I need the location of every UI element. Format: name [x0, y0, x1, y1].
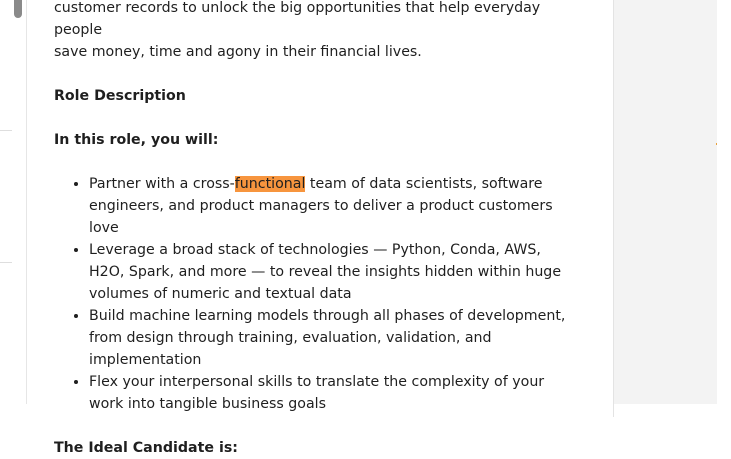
- list-item: Flex your interpersonal skills to transl…: [89, 371, 574, 415]
- ideal-candidate-heading: The Ideal Candidate is:: [54, 440, 238, 456]
- intro-paragraph: customer records to unlock the big oppor…: [54, 0, 574, 63]
- intro-line-1: customer records to unlock the big oppor…: [54, 0, 541, 38]
- search-highlight: functional: [234, 176, 306, 192]
- right-side-panel: [614, 0, 731, 404]
- intro-line-2: save money, time and agony in their fina…: [54, 44, 422, 60]
- job-description-panel: customer records to unlock the big oppor…: [27, 0, 638, 456]
- list-item: Build machine learning models through al…: [89, 305, 574, 371]
- in-this-role-heading: In this role, you will:: [54, 132, 219, 148]
- left-scrollbar-thumb[interactable]: [14, 0, 22, 18]
- left-rail-divider: [0, 262, 12, 263]
- left-rail-divider: [0, 130, 12, 131]
- left-rail: [0, 0, 27, 404]
- job-description-content: customer records to unlock the big oppor…: [54, 0, 574, 459]
- role-description-heading: Role Description: [54, 88, 186, 104]
- responsibilities-list: Partner with a cross-functional team of …: [54, 173, 574, 415]
- list-item: Partner with a cross-functional team of …: [89, 173, 574, 239]
- list-item: Leverage a broad stack of technologies —…: [89, 239, 574, 305]
- bullet-text-before: Partner with a cross-: [89, 176, 235, 192]
- window-scrollbar-track[interactable]: [717, 0, 731, 404]
